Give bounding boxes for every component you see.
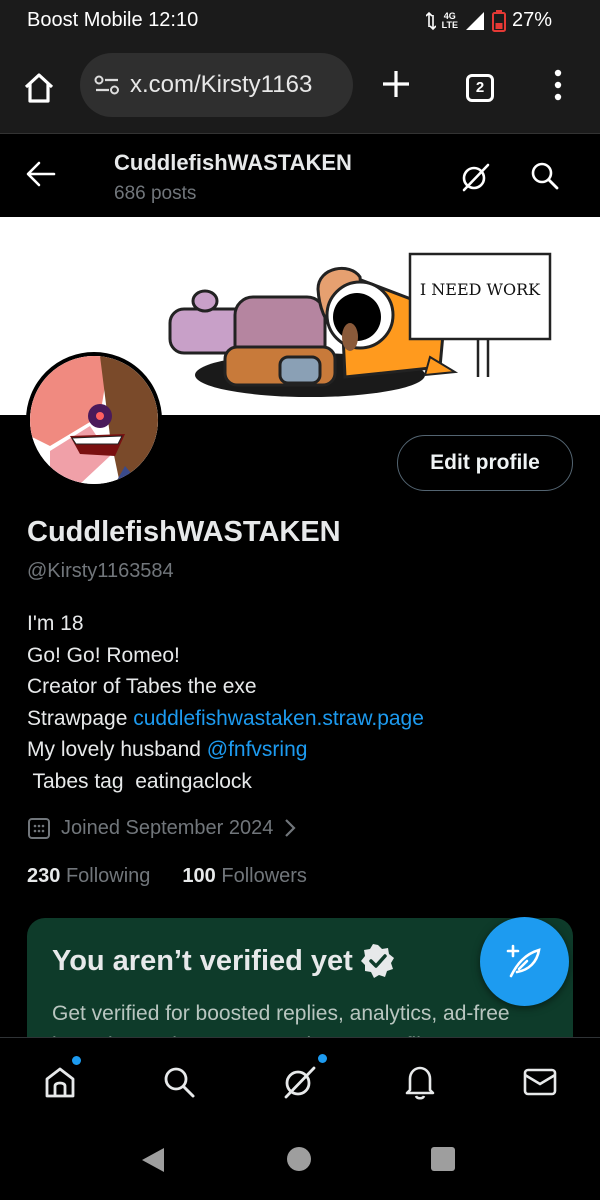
nav-grok[interactable] (278, 1054, 327, 1104)
envelope-icon (523, 1068, 557, 1096)
calendar-icon (28, 818, 50, 839)
search-icon[interactable] (530, 161, 560, 191)
new-tab-icon[interactable] (380, 68, 412, 100)
site-settings-icon[interactable] (94, 74, 120, 96)
bio-line: Tabes tag eatingaclock (27, 769, 252, 793)
strawpage-link[interactable]: cuddlefishwastaken.straw.page (133, 707, 424, 730)
nav-messages[interactable] (518, 1060, 562, 1104)
browser-menu-icon[interactable] (552, 68, 564, 102)
profile-top-bar: CuddlefishWASTAKEN 686 posts (0, 135, 600, 217)
compose-post-button[interactable] (480, 917, 569, 1006)
verification-title: You aren’t verified yet (52, 944, 395, 978)
status-carrier-time: Boost Mobile 12:10 (27, 9, 198, 32)
grok-notification-dot (318, 1054, 327, 1063)
home-notification-dot (72, 1056, 81, 1065)
nav-search[interactable] (157, 1060, 201, 1104)
system-home-button[interactable] (287, 1147, 311, 1171)
tab-switcher-button[interactable]: 2 (466, 74, 494, 102)
following-link[interactable]: 230 Following (27, 865, 150, 888)
network-type: 4G LTE (441, 10, 458, 30)
follow-stats: 230 Following 100 Followers (27, 865, 307, 888)
joined-date[interactable]: Joined September 2024 (27, 816, 297, 840)
signal-icon (465, 11, 484, 30)
bio-line: Creator of Tabes the exe (27, 675, 257, 698)
joined-text: Joined September 2024 (61, 816, 274, 839)
data-arrows-icon (425, 11, 436, 30)
husband-mention-link[interactable]: @fnfvsring (207, 738, 308, 761)
header-post-count: 686 posts (114, 183, 197, 204)
handle: @Kirsty1163584 (27, 560, 174, 582)
avatar[interactable] (26, 352, 162, 488)
grok-icon (284, 1066, 316, 1099)
carrier-label: Boost Mobile (27, 9, 143, 31)
system-recents-button[interactable] (431, 1147, 455, 1171)
status-bar: Boost Mobile 12:10 4G LTE 27% (0, 0, 600, 42)
bio-line: Go! Go! Romeo! (27, 643, 180, 667)
url-bar[interactable]: x.com/Kirsty1163 (80, 53, 353, 117)
bio-line: Strawpage cuddlefishwastaken.straw.page (27, 706, 424, 730)
search-icon (164, 1067, 195, 1098)
bell-icon (405, 1066, 435, 1100)
avatar-image (30, 356, 158, 484)
followers-link[interactable]: 100 Followers (182, 865, 307, 888)
browser-toolbar: x.com/Kirsty1163 2 (0, 42, 600, 134)
bottom-navigation (0, 1037, 600, 1124)
bio-line: I'm 18 (27, 612, 84, 635)
system-navigation-bar (0, 1124, 600, 1200)
banner-sign-text: I NEED WORK (420, 280, 541, 299)
system-back-icon[interactable] (140, 1146, 166, 1174)
grok-icon[interactable] (460, 161, 492, 193)
nav-home[interactable] (38, 1056, 82, 1104)
home-icon (45, 1067, 75, 1098)
status-right: 4G LTE 27% (425, 9, 552, 32)
bio: I'm 18 Go! Go! Romeo! Creator of Tabes t… (27, 608, 424, 797)
chevron-right-icon (285, 819, 296, 837)
back-arrow-icon[interactable] (26, 161, 56, 187)
bio-line: My lovely husband @fnfvsring (27, 738, 308, 761)
feather-plus-icon (506, 944, 541, 977)
edit-profile-button[interactable]: Edit profile (397, 435, 573, 491)
battery-percent: 27% (511, 9, 552, 31)
header-profile-name: CuddlefishWASTAKEN (114, 150, 352, 175)
url-text: x.com/Kirsty1163 (130, 71, 313, 98)
clock: 12:10 (148, 9, 199, 31)
browser-home-icon[interactable] (22, 72, 56, 104)
nav-notifications[interactable] (398, 1060, 442, 1104)
battery-icon (491, 9, 506, 32)
verified-badge-icon (360, 944, 394, 978)
display-name: CuddlefishWASTAKEN (27, 516, 341, 548)
